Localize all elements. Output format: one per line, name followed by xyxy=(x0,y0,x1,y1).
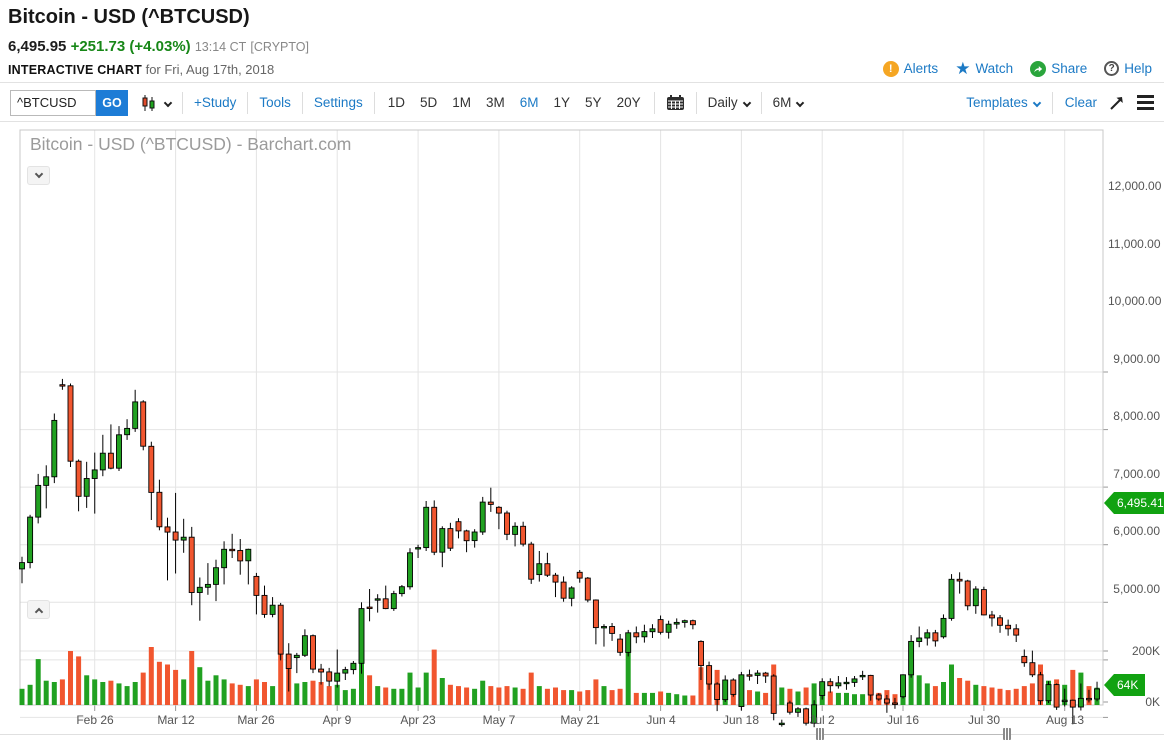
expand-volume-pane-button[interactable] xyxy=(27,600,50,619)
date-axis-label: May 7 xyxy=(467,713,531,727)
date-axis-label: Apr 23 xyxy=(386,713,450,727)
price-axis-label: 7,000.00 xyxy=(1108,467,1160,481)
scrollbar-left-handle[interactable] xyxy=(816,728,824,740)
price-axis-label: 9,000.00 xyxy=(1108,352,1160,366)
scrollbar-right-handle[interactable] xyxy=(1003,728,1011,740)
date-axis-label: Jul 30 xyxy=(952,713,1016,727)
price-axis-label: 8,000.00 xyxy=(1108,409,1160,423)
date-axis-label: May 21 xyxy=(548,713,612,727)
price-axis-label: 5,000.00 xyxy=(1108,582,1160,596)
date-axis-label: Jun 18 xyxy=(709,713,773,727)
date-axis-label: Mar 12 xyxy=(144,713,208,727)
date-axis-label: Jul 16 xyxy=(871,713,935,727)
volume-axis-label: 200K xyxy=(1108,644,1160,658)
volume-axis-label: 0K xyxy=(1108,695,1160,709)
barchart-interactive-chart-page: Bitcoin - USD (^BTCUSD) 6,495.95 +251.73… xyxy=(0,0,1164,740)
date-axis-label: Aug 13 xyxy=(1033,713,1097,727)
chart-watermark: Bitcoin - USD (^BTCUSD) - Barchart.com xyxy=(30,134,351,155)
chevron-up-icon xyxy=(34,607,42,615)
price-axis-label: 11,000.00 xyxy=(1108,237,1160,251)
price-axis-label: 12,000.00 xyxy=(1108,179,1160,193)
price-axis-label: 10,000.00 xyxy=(1108,294,1160,308)
date-axis-label: Jul 2 xyxy=(790,713,854,727)
price-axis-label: 6,000.00 xyxy=(1108,524,1160,538)
time-scrollbar-range[interactable] xyxy=(820,734,1007,735)
collapse-price-pane-button[interactable] xyxy=(27,166,50,185)
date-axis-label: Feb 26 xyxy=(63,713,127,727)
date-axis-label: Apr 9 xyxy=(305,713,369,727)
candlestick-chart[interactable] xyxy=(0,0,1164,740)
date-axis-label: Mar 26 xyxy=(224,713,288,727)
last-price-badge: 6,495.41 xyxy=(1104,492,1164,514)
date-axis-label: Jun 4 xyxy=(629,713,693,727)
volume-bars xyxy=(20,635,1100,705)
candles xyxy=(20,379,1100,727)
chevron-down-icon xyxy=(34,170,42,178)
